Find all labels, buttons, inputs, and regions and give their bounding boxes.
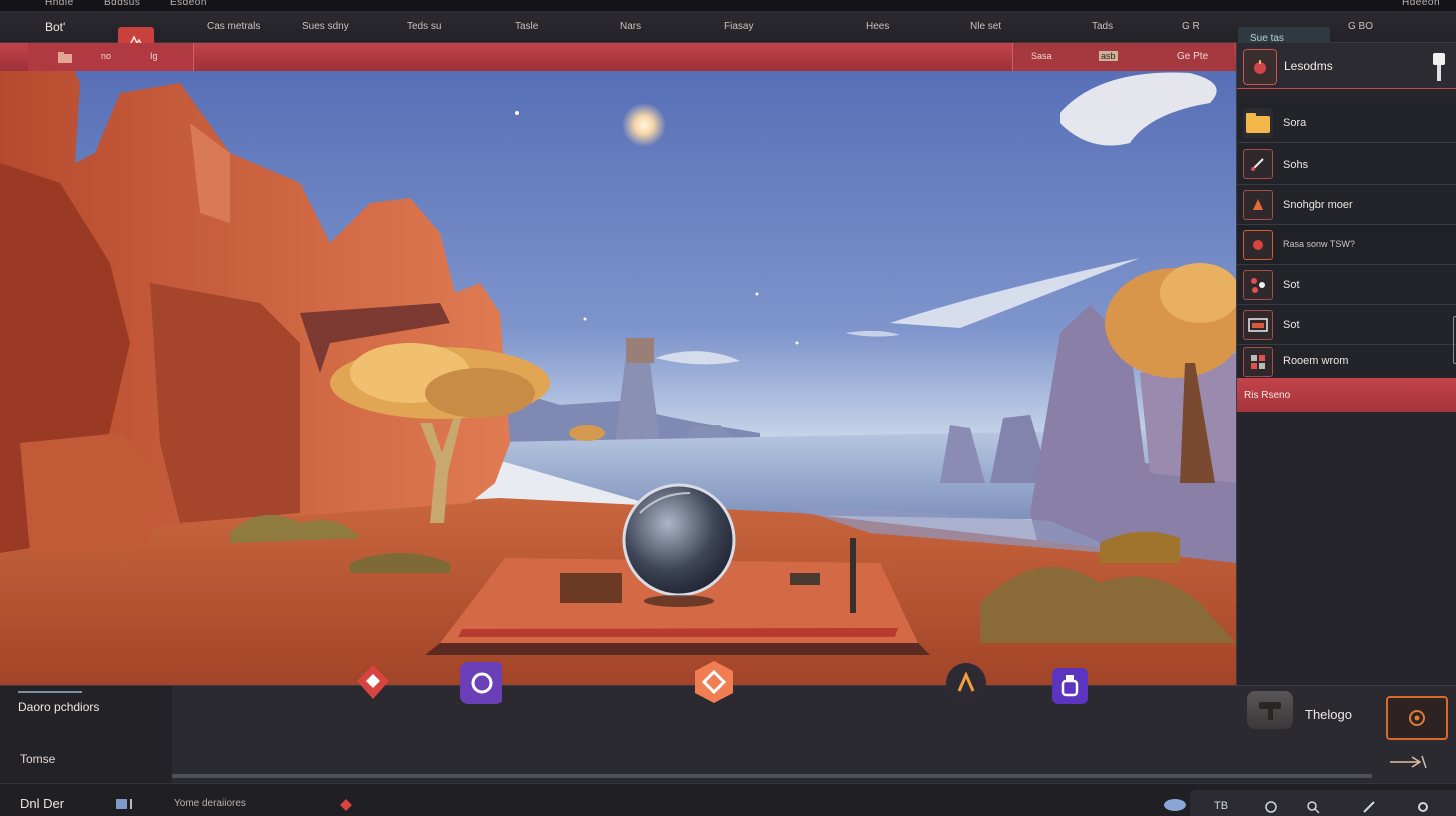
dock-subtitle[interactable]: Tomse bbox=[20, 752, 55, 766]
asset-item-label: Rasa sonw TSW? bbox=[1283, 239, 1355, 249]
title-menu-item[interactable]: Hhdie bbox=[45, 0, 74, 8]
menu-item[interactable]: Tasle bbox=[515, 21, 538, 32]
asset-item-label: Rooem wrom bbox=[1283, 355, 1349, 367]
hammer-icon bbox=[1259, 702, 1281, 720]
menu-item[interactable]: Nle set bbox=[970, 21, 1001, 32]
sprite-icon bbox=[1243, 230, 1273, 260]
toggle-indicator[interactable] bbox=[1164, 799, 1186, 811]
viewport-toolbar-right: Sasa asb Ge Pte bbox=[1012, 43, 1234, 71]
title-bar: Hhdie Bddsus Esdeon Hdeeon bbox=[0, 0, 1456, 12]
viewport-toolbar: no Ig Sasa asb Ge Pte bbox=[0, 43, 1236, 71]
menu-item[interactable]: Hees bbox=[866, 21, 889, 32]
asset-item-sot[interactable]: Sot bbox=[1237, 265, 1456, 305]
asset-item-label: Sot bbox=[1283, 319, 1300, 331]
logo-label: Thelogo bbox=[1305, 707, 1352, 722]
menu-item[interactable]: Fiasay bbox=[724, 21, 753, 32]
panel-header-button[interactable] bbox=[1243, 49, 1277, 85]
tray-label[interactable]: TB bbox=[1214, 800, 1228, 812]
node-tree-icon bbox=[1243, 270, 1273, 300]
status-bar: Dnl Der Yome deraiiores TB bbox=[0, 783, 1456, 816]
wrench-icon bbox=[946, 663, 986, 703]
status-message: Yome deraiiores bbox=[174, 798, 246, 809]
chat-icon[interactable] bbox=[1264, 800, 1278, 814]
menu-bar: Bot' Cas metrals Sues sdny Teds su Tasle… bbox=[0, 12, 1456, 54]
asset-item-label: Sohs bbox=[1283, 159, 1309, 171]
menu-item[interactable]: Nars bbox=[620, 21, 641, 32]
asset-item-label: Sora bbox=[1283, 117, 1307, 129]
game-viewport[interactable] bbox=[0, 43, 1236, 685]
tools-button[interactable] bbox=[944, 661, 988, 705]
gem-button[interactable] bbox=[351, 661, 395, 705]
title-menu-item[interactable]: Bddsus bbox=[104, 0, 140, 8]
asset-item-sot-2[interactable]: Sot bbox=[1237, 305, 1456, 345]
target-icon bbox=[1409, 710, 1425, 726]
potion-button[interactable] bbox=[1048, 664, 1092, 708]
selected-asset-bar[interactable]: Ris Rseno bbox=[1237, 378, 1456, 412]
toolbar-item[interactable]: Sasa bbox=[1031, 51, 1052, 61]
search-icon[interactable] bbox=[1306, 800, 1320, 814]
settings-icon[interactable] bbox=[1416, 800, 1430, 814]
panel-header: Lesodms bbox=[1237, 43, 1456, 89]
timeline-scrollbar[interactable] bbox=[172, 774, 1372, 778]
asset-item-rooem[interactable]: Rooem wrom bbox=[1237, 345, 1456, 379]
logo-button[interactable] bbox=[1247, 691, 1293, 729]
dock-tab-indicator bbox=[18, 691, 82, 693]
title-right-label: Hdeeon bbox=[1402, 0, 1441, 8]
asset-item-rasa[interactable]: Rasa sonw TSW? bbox=[1237, 225, 1456, 265]
asset-panel: Lesodms Sora Sohs Snohgbr moer Rasa sonw… bbox=[1236, 43, 1456, 685]
pin-tool-icon[interactable] bbox=[1427, 51, 1451, 83]
layout-icon[interactable] bbox=[116, 798, 144, 810]
toolbar-item[interactable]: asb bbox=[1099, 51, 1118, 61]
image-icon bbox=[1243, 310, 1273, 340]
target-button[interactable] bbox=[692, 660, 736, 704]
title-menu-item[interactable]: Esdeon bbox=[170, 0, 207, 8]
panel-title: Lesodms bbox=[1284, 59, 1333, 73]
status-left-label[interactable]: Dnl Der bbox=[20, 796, 64, 811]
menu-item[interactable]: Cas metrals bbox=[207, 21, 260, 32]
shield-icon bbox=[460, 662, 502, 704]
selected-asset-label: Ris Rseno bbox=[1244, 390, 1291, 401]
folder-icon[interactable] bbox=[58, 52, 72, 63]
gem-icon bbox=[357, 665, 389, 699]
toolbar-item[interactable]: Ig bbox=[150, 51, 158, 61]
app-title[interactable]: Bot' bbox=[45, 20, 65, 34]
edit-icon[interactable] bbox=[1362, 800, 1376, 814]
brush-icon bbox=[1243, 149, 1273, 179]
menu-item[interactable]: G BO bbox=[1348, 21, 1373, 32]
apple-icon bbox=[1254, 60, 1266, 74]
status-tray: TB bbox=[1190, 790, 1456, 816]
arrow-right-icon[interactable] bbox=[1388, 754, 1428, 770]
ability-button[interactable] bbox=[1386, 696, 1448, 740]
asset-item-label: Snohgbr moer bbox=[1283, 199, 1353, 211]
potion-icon bbox=[1052, 668, 1088, 704]
desert-scene bbox=[0, 43, 1236, 685]
dock-sidebar: Daoro pchdiors Tomse bbox=[0, 686, 172, 784]
menu-item[interactable]: G R bbox=[1182, 21, 1200, 32]
menu-item[interactable]: Tads bbox=[1092, 21, 1113, 32]
asset-item-sora[interactable]: Sora bbox=[1237, 103, 1456, 143]
asset-item-label: Sot bbox=[1283, 279, 1300, 291]
viewport-toolbar-left: no Ig bbox=[28, 43, 194, 71]
menu-item[interactable]: Teds su bbox=[407, 21, 441, 32]
asset-item-sohs[interactable]: Sohs bbox=[1237, 143, 1456, 185]
shield-button[interactable] bbox=[458, 661, 502, 705]
toolbar-item[interactable]: Ge Pte bbox=[1177, 51, 1208, 62]
diamond-target-icon bbox=[695, 661, 733, 703]
dock-title[interactable]: Daoro pchdiors bbox=[18, 700, 99, 714]
paint-bucket-icon bbox=[1243, 190, 1273, 220]
grid-icon bbox=[1243, 347, 1273, 377]
folder-icon bbox=[1243, 108, 1273, 138]
alert-icon[interactable] bbox=[340, 799, 352, 811]
toolbar-item[interactable]: no bbox=[101, 51, 111, 61]
asset-item-snohgbr[interactable]: Snohgbr moer bbox=[1237, 185, 1456, 225]
menu-item[interactable]: Sues sdny bbox=[302, 21, 349, 32]
